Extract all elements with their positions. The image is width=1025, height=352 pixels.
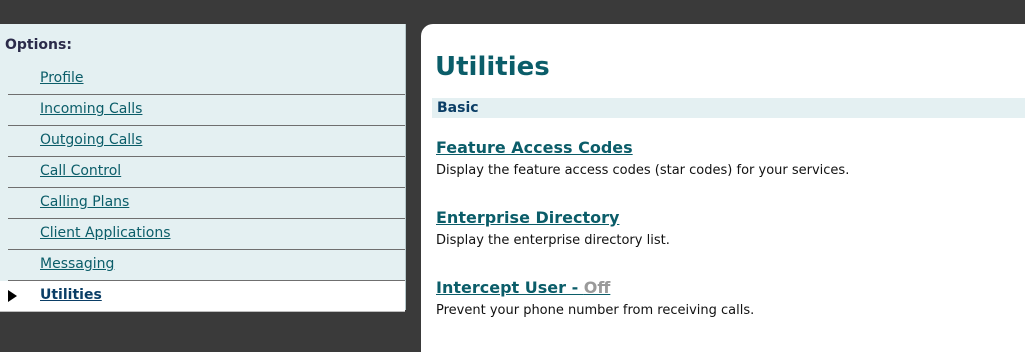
sidebar-link-messaging[interactable]: Messaging bbox=[40, 256, 114, 272]
utility-enterprise-directory: Enterprise Directory Display the enterpr… bbox=[436, 208, 1021, 248]
enterprise-directory-link[interactable]: Enterprise Directory bbox=[436, 208, 619, 227]
sidebar-title: Options: bbox=[5, 37, 72, 53]
sidebar-item-call-control[interactable]: Call Control bbox=[8, 157, 405, 188]
section-header-label: Basic bbox=[437, 100, 479, 116]
sidebar-link-client-applications[interactable]: Client Applications bbox=[40, 225, 171, 241]
main-panel: Utilities Basic Feature Access Codes Dis… bbox=[421, 24, 1025, 352]
sidebar-link-utilities[interactable]: Utilities bbox=[40, 287, 102, 303]
sidebar-link-call-control[interactable]: Call Control bbox=[40, 163, 121, 179]
current-page-arrow-icon bbox=[8, 290, 17, 302]
feature-access-codes-description: Display the feature access codes (star c… bbox=[436, 163, 850, 178]
sidebar-link-profile[interactable]: Profile bbox=[40, 70, 84, 86]
sidebar-item-calling-plans[interactable]: Calling Plans bbox=[8, 188, 405, 219]
sidebar-item-messaging[interactable]: Messaging bbox=[8, 250, 405, 281]
sidebar-link-incoming-calls[interactable]: Incoming Calls bbox=[40, 101, 142, 117]
sidebar-link-outgoing-calls[interactable]: Outgoing Calls bbox=[40, 132, 142, 148]
sidebar-item-client-applications[interactable]: Client Applications bbox=[8, 219, 405, 250]
options-nav: Profile Incoming Calls Outgoing Calls Ca… bbox=[0, 64, 405, 312]
utility-feature-access-codes: Feature Access Codes Display the feature… bbox=[436, 138, 1021, 178]
intercept-user-status: Off bbox=[583, 278, 611, 297]
intercept-user-link[interactable]: Intercept User - Off bbox=[436, 278, 610, 297]
sidebar-item-profile[interactable]: Profile bbox=[8, 64, 405, 95]
feature-access-codes-link[interactable]: Feature Access Codes bbox=[436, 138, 633, 157]
sidebar-item-incoming-calls[interactable]: Incoming Calls bbox=[8, 95, 405, 126]
intercept-user-description: Prevent your phone number from receiving… bbox=[436, 303, 755, 318]
section-header: Basic bbox=[432, 98, 1025, 118]
utility-intercept-user: Intercept User - Off Prevent your phone … bbox=[436, 278, 1021, 318]
sidebar-item-utilities[interactable]: Utilities bbox=[0, 281, 405, 312]
sidebar-link-calling-plans[interactable]: Calling Plans bbox=[40, 194, 129, 210]
options-sidebar: Options: Profile Incoming Calls Outgoing… bbox=[0, 24, 406, 312]
page-title: Utilities bbox=[435, 52, 550, 82]
sidebar-item-outgoing-calls[interactable]: Outgoing Calls bbox=[8, 126, 405, 157]
enterprise-directory-description: Display the enterprise directory list. bbox=[436, 233, 670, 248]
intercept-user-label: Intercept User - bbox=[436, 278, 584, 297]
